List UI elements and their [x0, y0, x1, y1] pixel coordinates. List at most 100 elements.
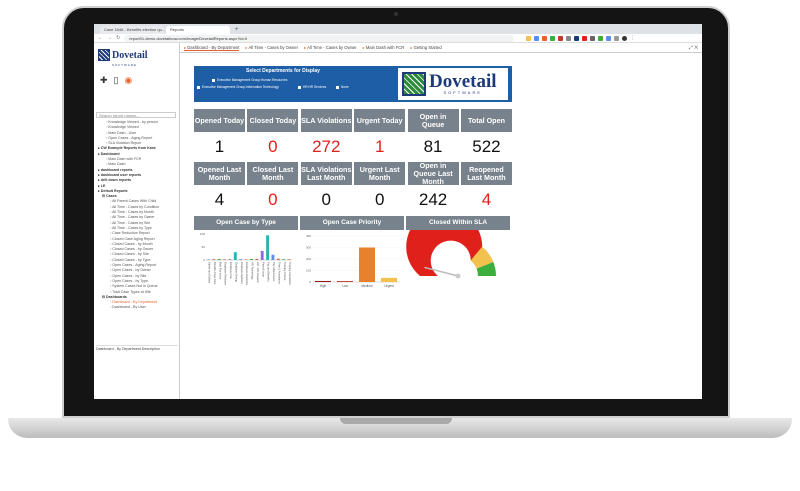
back-icon[interactable]: ← — [98, 35, 103, 41]
report-tab[interactable]: ▸ Main Dash with FCR — [363, 45, 405, 50]
avatar[interactable] — [622, 35, 628, 41]
kpi-card[interactable]: Closed Last Month 0 — [247, 162, 299, 214]
browser-tab-active[interactable]: Reports — [166, 26, 230, 34]
extension-icon[interactable] — [598, 35, 604, 41]
banner-logo-text: Dovetail — [429, 70, 497, 92]
extension-icon[interactable] — [582, 35, 588, 41]
menu-icon[interactable]: ⋮ — [630, 35, 636, 41]
sidebar-tools: ✚ ▯ ◉ — [94, 67, 179, 94]
chart-body: 0 50 100 Admin and Dollars Benefits Page Rem… — [194, 230, 298, 304]
x-tick-label: Medium — [361, 284, 373, 288]
extension-icon[interactable] — [614, 35, 620, 41]
kpi-card[interactable]: Open in Queue 81 — [407, 109, 459, 161]
chart-body: 0 100 200 300 400 High Low Medium Urgent — [300, 230, 404, 304]
app: Dovetail SOFTWARE ✚ ▯ ◉ Search report na… — [94, 43, 702, 399]
chart-open-case-by-type: Open Case by Type 0 50 100 Admin and Dollar… — [194, 216, 298, 304]
folder-icon[interactable]: ▯ — [114, 75, 119, 86]
extension-icon[interactable] — [542, 35, 548, 41]
chart-open-case-priority: Open Case Priority 0 100 200 300 400 High Low M… — [300, 216, 404, 304]
x-tick-label: High — [320, 284, 327, 288]
kpi-card[interactable]: Urgent Last Month 0 — [354, 162, 406, 214]
y-tick-label: 200 — [306, 257, 311, 261]
kpi-card[interactable]: Opened Today 1 — [194, 109, 245, 161]
kpi-label: Reopened Last Month — [460, 162, 512, 185]
extension-icon[interactable] — [534, 35, 540, 41]
search-input[interactable]: Search report names... — [96, 112, 176, 118]
kpi-card[interactable]: Opened Last Month 4 — [194, 162, 245, 214]
x-tick-label: Time & Attendance — [277, 262, 281, 284]
bar — [276, 258, 280, 260]
kpi-card[interactable]: SLA Violations 272 — [300, 109, 352, 161]
close-icon[interactable]: ✕ — [694, 45, 698, 51]
department-option[interactable]: HR:HR Services — [298, 85, 326, 89]
y-tick-label: 100 — [306, 269, 311, 273]
chart-title: Open Case Priority — [300, 216, 404, 230]
extension-icon[interactable] — [558, 35, 564, 41]
report-tab-label: All Time - Cases by Owner — [307, 45, 357, 50]
kpi-value: 0 — [321, 190, 332, 209]
x-tick-label: Low — [342, 284, 349, 288]
kpi-value: 81 — [423, 137, 443, 156]
sla-gauge — [406, 208, 496, 279]
browser-tabbar: Case 1646 - Benefits election qu... Repo… — [94, 24, 702, 34]
bar — [217, 258, 221, 260]
y-tick-label: 0 — [203, 258, 205, 262]
kpi-card[interactable]: SLA Violations Last Month 0 — [300, 162, 352, 214]
main-panel: ▸ Dashboard - By Department ▸ All Time - … — [180, 43, 702, 399]
kpi-card[interactable]: Reopened Last Month 4 — [460, 162, 512, 214]
y-tick-label: 100 — [200, 232, 205, 236]
x-tick-label: Training Cancellatio — [288, 262, 292, 285]
reload-icon[interactable]: ↻ — [116, 35, 120, 41]
banner-logo: Dovetail SOFTWARE — [398, 68, 508, 100]
extension-icon[interactable] — [550, 35, 556, 41]
bar — [255, 259, 259, 260]
logo-mark-icon — [402, 72, 426, 96]
kpi-label: Open in Queue Last Month — [407, 161, 459, 185]
report-tab[interactable]: ▸ Getting Started — [410, 45, 441, 50]
extension-icon[interactable] — [566, 35, 572, 41]
report-tab[interactable]: ▸ Dashboard - By Department — [184, 44, 240, 51]
bar — [266, 235, 269, 260]
y-tick-label: 400 — [306, 234, 311, 238]
kpi-value: 0 — [374, 190, 385, 209]
kpi-label: Closed Last Month — [247, 162, 299, 185]
report-tab[interactable]: ▸ All Time - Cases by Owner — [245, 45, 298, 50]
department-option[interactable]: None — [336, 85, 349, 89]
tree-item[interactable]: ▫ Dashboard - By User — [98, 305, 179, 310]
kpi-value: 4 — [214, 190, 225, 209]
kpi-label: Open in Queue — [407, 109, 459, 132]
kpi-card[interactable]: Closed Today 0 — [247, 109, 299, 161]
new-tab-icon[interactable]: + — [232, 26, 242, 34]
forward-icon[interactable]: → — [107, 35, 112, 41]
department-option[interactable]: Executive Management Group:Information T… — [197, 85, 279, 89]
report-tab-label: Dashboard - By Department — [187, 44, 240, 50]
add-icon[interactable]: ✚ — [100, 75, 108, 86]
extension-icon[interactable] — [574, 35, 580, 41]
kpi-card[interactable]: Open in Queue Last Month 242 — [407, 161, 459, 214]
expand-icon[interactable]: ⤢ — [689, 45, 693, 51]
extension-icon[interactable] — [606, 35, 612, 41]
kpi-label: SLA Violations Last Month — [300, 162, 352, 185]
priority-bar-chart: 0 100 200 300 400 High Low Medium Urgent — [306, 234, 400, 288]
gauge-band — [406, 208, 483, 276]
report-tree: ▫ Knowledge Viewed - by person ▫ Knowledg… — [94, 120, 179, 311]
extensions: ⋮ — [526, 35, 636, 41]
department-option[interactable]: Executive Management Group:Human Resourc… — [212, 78, 287, 82]
kpi-row-today: Opened Today 1 Closed Today 0 SLA Violations… — [194, 109, 512, 161]
x-tick-label: Bulk Pay Issue — [218, 262, 222, 280]
kpi-card[interactable]: Total Open 522 — [460, 109, 512, 161]
kpi-label: Urgent Today — [354, 109, 406, 132]
extension-icon[interactable] — [590, 35, 596, 41]
kpi-card[interactable]: Urgent Today 1 — [354, 109, 406, 161]
kpi-label: Urgent Last Month — [354, 162, 406, 185]
report-tabs: ▸ Dashboard - By Department ▸ All Time - … — [180, 43, 702, 53]
bar — [337, 281, 353, 282]
settings-icon[interactable]: ◉ — [125, 75, 133, 86]
star-icon[interactable] — [526, 35, 532, 41]
url-input[interactable]: report01.demo.dovetailnow.com/Image/Dove… — [124, 34, 515, 42]
browser-tab[interactable]: Case 1646 - Benefits election qu... — [100, 26, 164, 34]
bar — [207, 259, 210, 260]
logo-text: Dovetail — [112, 49, 148, 61]
report-tab[interactable]: ▸ All Time - Cases by Owner — [304, 45, 357, 50]
bar — [239, 259, 243, 260]
